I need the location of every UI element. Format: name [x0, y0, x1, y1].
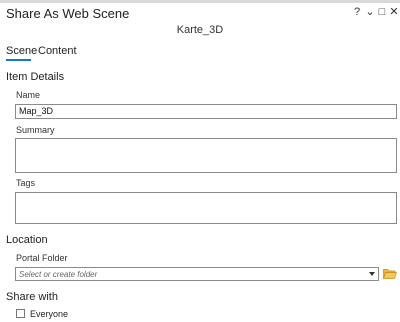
- summary-textarea[interactable]: [15, 138, 397, 173]
- tab-scene[interactable]: Scene: [6, 45, 37, 57]
- map-name-subtitle: Karte_3D: [176, 24, 224, 36]
- pane-title: Share As Web Scene: [6, 6, 130, 21]
- pane-menu-icon[interactable]: ⌄: [364, 5, 376, 19]
- tags-label: Tags: [16, 178, 36, 188]
- item-details-heading: Item Details: [6, 71, 65, 83]
- summary-label: Summary: [16, 125, 55, 135]
- close-icon[interactable]: ✕: [388, 5, 400, 19]
- everyone-label[interactable]: Everyone: [30, 309, 68, 319]
- portal-folder-select[interactable]: Select or create folder: [15, 267, 379, 281]
- share-with-heading: Share with: [6, 291, 58, 303]
- active-tab-indicator: [6, 59, 31, 61]
- help-icon[interactable]: ?: [351, 5, 363, 19]
- tab-content[interactable]: Content: [38, 45, 77, 57]
- chevron-down-icon[interactable]: [369, 272, 375, 276]
- portal-folder-placeholder: Select or create folder: [19, 270, 98, 279]
- name-label: Name: [16, 90, 41, 100]
- maximize-icon[interactable]: □: [376, 5, 388, 19]
- top-window-strip: [0, 0, 400, 3]
- location-heading: Location: [6, 234, 48, 246]
- folder-open-icon[interactable]: [383, 268, 397, 279]
- tags-input[interactable]: [15, 192, 397, 224]
- name-input[interactable]: Map_3D: [15, 104, 397, 119]
- portal-folder-label: Portal Folder: [16, 253, 68, 263]
- everyone-checkbox[interactable]: [16, 309, 25, 318]
- name-input-value: Map_3D: [19, 106, 54, 116]
